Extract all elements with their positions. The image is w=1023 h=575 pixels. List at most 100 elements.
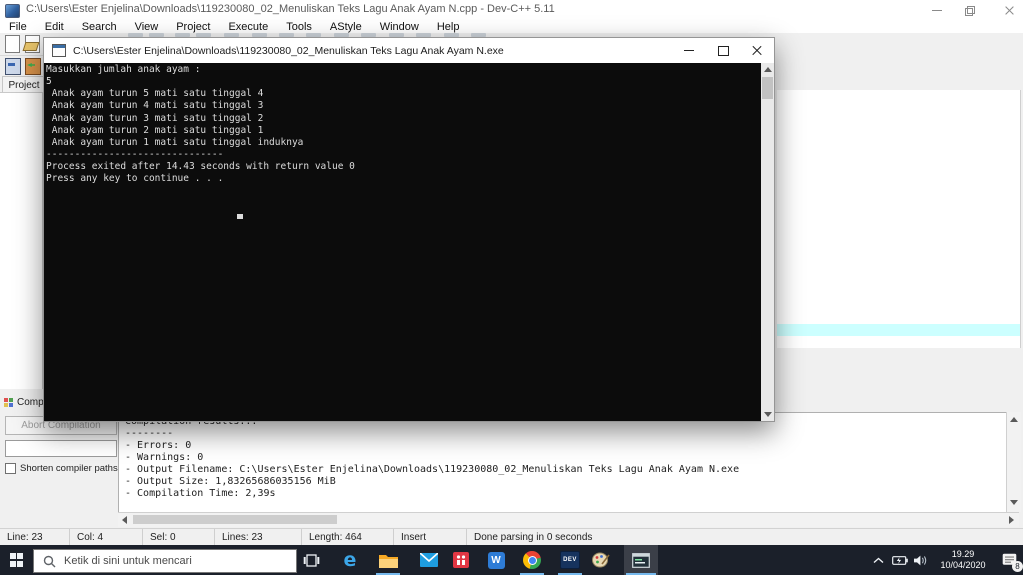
file-explorer-icon xyxy=(378,554,398,568)
taskbar-app-paint[interactable] xyxy=(584,545,618,575)
hscroll-thumb[interactable] xyxy=(133,515,337,524)
start-button[interactable] xyxy=(0,545,33,575)
editor-top-gap xyxy=(775,55,1023,90)
system-tray: 19.29 10/04/2020 8 xyxy=(867,545,1023,575)
console-close-icon xyxy=(752,45,762,56)
menu-item[interactable]: File xyxy=(0,21,36,33)
menu-item[interactable]: View xyxy=(126,21,168,33)
restore-icon xyxy=(965,6,975,16)
menu-bar: File Edit Search View Project Execute Tools ASt… xyxy=(0,20,1023,33)
search-placeholder: Ketik di sini untuk mencari xyxy=(64,555,192,567)
devcpp-window-title: C:\Users\Ester Enjelina\Downloads\119230… xyxy=(26,3,555,15)
console-minimize-button[interactable] xyxy=(672,38,706,63)
menu-item[interactable]: Tools xyxy=(277,21,321,33)
menu-item[interactable]: Edit xyxy=(36,21,73,33)
restore-button[interactable] xyxy=(954,2,984,18)
project-browser-panel[interactable] xyxy=(0,92,43,389)
new-file-icon[interactable] xyxy=(5,35,20,53)
console-line: Anak ayam turun 1 mati satu tinggal indu… xyxy=(46,136,304,148)
console-scroll-thumb[interactable] xyxy=(762,77,773,99)
console-app-window-icon xyxy=(632,552,650,568)
screen: C:\Users\Ester Enjelina\Downloads\119230… xyxy=(0,0,1023,575)
taskbar-search[interactable]: Ketik di sini untuk mencari xyxy=(33,549,297,573)
status-mode: Insert xyxy=(394,529,467,546)
compile-log-line: - Output Filename: C:\Users\Ester Enjeli… xyxy=(125,464,740,475)
devcpp-titlebar: C:\Users\Ester Enjelina\Downloads\119230… xyxy=(0,0,1023,20)
console-close-button[interactable] xyxy=(740,38,774,63)
tab-compile-log[interactable]: Comp xyxy=(4,394,44,410)
console-maximize-icon xyxy=(717,45,729,56)
tray-date: 10/04/2020 xyxy=(940,560,986,570)
console-maximize-button[interactable] xyxy=(706,38,740,63)
compiler-tab-icon xyxy=(4,397,13,407)
taskbar-clock[interactable]: 19.29 10/04/2020 xyxy=(931,545,995,575)
taskbar-app-console-active[interactable] xyxy=(624,545,658,575)
open-file-icon[interactable] xyxy=(25,35,40,53)
compile-progress-bar xyxy=(5,440,117,457)
console-window[interactable]: C:\Users\Ester Enjelina\Downloads\119230… xyxy=(43,37,775,422)
compile-log-line: - Output Size: 1,83265686035156 MiB xyxy=(125,476,336,487)
tray-time: 19.29 xyxy=(951,549,975,559)
editor-current-line-highlight xyxy=(777,324,1020,336)
tab-project[interactable]: Project xyxy=(2,76,46,93)
shorten-paths-checkbox[interactable] xyxy=(5,463,16,474)
taskbar-app-gift[interactable] xyxy=(444,545,478,575)
console-titlebar[interactable]: C:\Users\Ester Enjelina\Downloads\119230… xyxy=(44,38,774,63)
status-lines: Lines: 23 xyxy=(215,529,302,546)
volume-control[interactable] xyxy=(910,545,931,575)
compile-log-output[interactable]: Compilation results...--------- Errors: … xyxy=(118,412,1007,513)
menu-item[interactable]: Execute xyxy=(219,21,277,33)
gift-app-icon xyxy=(453,552,469,568)
console-minimize-icon xyxy=(684,50,694,51)
console-line: Anak ayam turun 4 mati satu tinggal 3 xyxy=(46,100,264,112)
mail-icon xyxy=(420,553,438,567)
taskbar-app-chrome[interactable] xyxy=(515,545,549,575)
notification-badge: 8 xyxy=(1012,561,1023,572)
console-app-icon xyxy=(52,44,66,57)
close-button[interactable] xyxy=(994,2,1023,18)
close-window-icon[interactable] xyxy=(5,58,21,75)
code-editor[interactable] xyxy=(777,90,1021,348)
battery-icon xyxy=(891,555,908,565)
taskbar-app-file-explorer[interactable] xyxy=(371,545,405,575)
tray-expand-button[interactable] xyxy=(867,545,889,575)
minimize-button[interactable] xyxy=(922,2,952,18)
taskbar-app-wps[interactable]: W xyxy=(479,545,513,575)
menu-item[interactable]: Help xyxy=(428,21,469,33)
menu-item[interactable]: Window xyxy=(371,21,428,33)
shorten-paths-label: Shorten compiler paths xyxy=(20,463,118,474)
console-line: Press any key to continue . . . xyxy=(46,173,230,185)
compile-log-line: -------- xyxy=(125,428,174,439)
close-icon xyxy=(1004,5,1014,15)
battery-status[interactable] xyxy=(889,545,910,575)
compile-log-vscrollbar[interactable] xyxy=(1006,412,1021,512)
status-message: Done parsing in 0 seconds xyxy=(474,532,593,543)
minimize-icon xyxy=(932,9,942,11)
devcpp-app-icon xyxy=(5,4,20,18)
compile-log-line: - Warnings: 0 xyxy=(125,452,204,463)
exit-icon[interactable] xyxy=(25,58,41,75)
console-output[interactable]: Masukkan jumlah anak ayam :5 Anak ayam t… xyxy=(44,63,761,421)
search-icon xyxy=(43,555,56,567)
taskbar-app-devcpp[interactable]: DEV xyxy=(553,545,587,575)
menu-item[interactable]: Project xyxy=(167,21,219,33)
edge-icon: e xyxy=(343,548,357,571)
console-vscrollbar[interactable] xyxy=(761,63,774,421)
menu-item[interactable]: AStyle xyxy=(321,21,371,33)
console-line: Process exited after 14.43 seconds with … xyxy=(46,161,355,173)
taskbar: Ketik di sini untuk mencari e W DEV 19.2… xyxy=(0,545,1023,575)
console-line: Masukkan jumlah anak ayam : xyxy=(46,64,201,75)
action-center-button[interactable]: 8 xyxy=(995,545,1023,575)
dev-cpp-icon: DEV xyxy=(560,551,580,569)
task-view-icon xyxy=(303,553,319,567)
console-cursor xyxy=(237,214,243,219)
taskbar-app-edge[interactable]: e xyxy=(333,545,367,575)
compile-log-hscrollbar[interactable] xyxy=(118,512,1019,527)
console-line: Anak ayam turun 2 mati satu tinggal 1 xyxy=(46,124,264,136)
menu-item[interactable]: Search xyxy=(73,21,126,33)
wps-office-icon: W xyxy=(487,551,505,569)
taskbar-app-mail[interactable] xyxy=(412,545,446,575)
compile-log-line: - Errors: 0 xyxy=(125,440,192,451)
speaker-icon xyxy=(913,555,926,565)
task-view-button[interactable] xyxy=(294,545,328,575)
